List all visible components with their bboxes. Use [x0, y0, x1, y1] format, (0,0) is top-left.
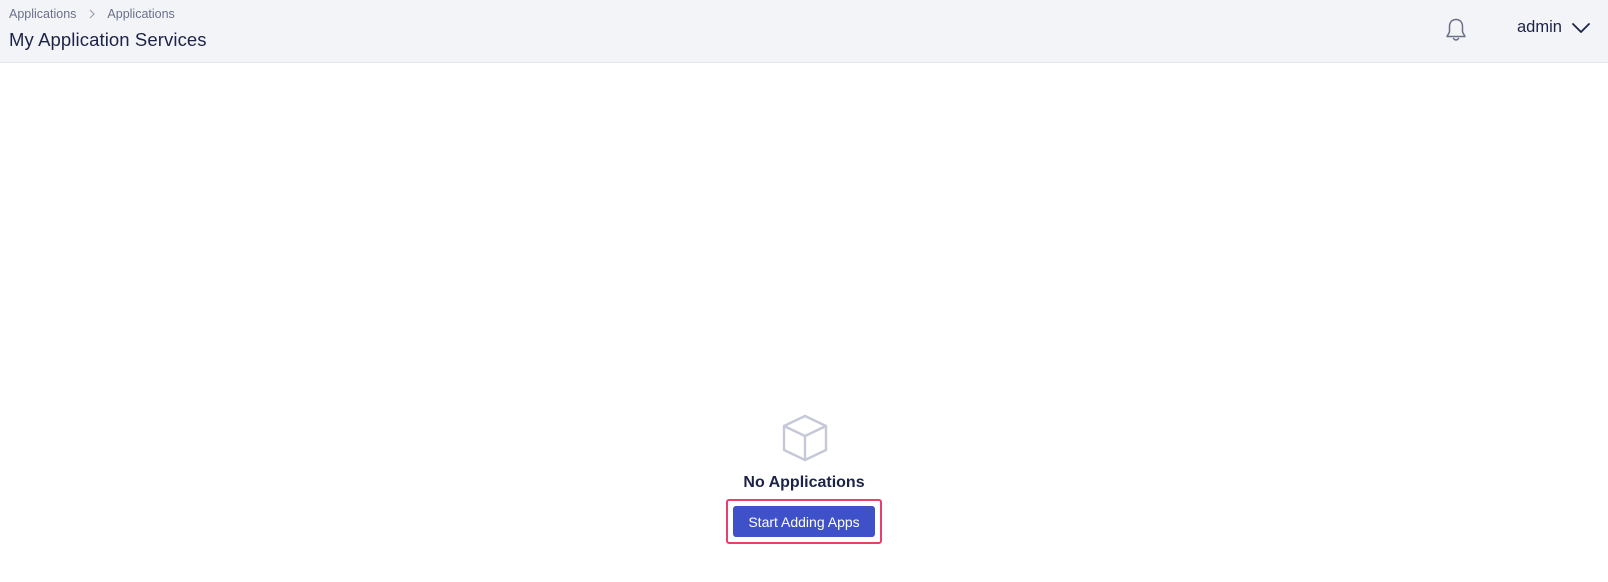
breadcrumb-item-applications[interactable]: Applications	[9, 7, 76, 21]
chevron-down-icon	[1572, 22, 1590, 33]
empty-state-title: No Applications	[743, 474, 865, 491]
user-name: admin	[1517, 18, 1562, 36]
breadcrumb: Applications Applications	[9, 7, 175, 21]
top-header: Applications Applications My Application…	[0, 0, 1608, 63]
start-adding-apps-button[interactable]: Start Adding Apps	[733, 506, 875, 537]
bell-icon[interactable]	[1444, 17, 1468, 43]
page-title: My Application Services	[9, 29, 207, 50]
cube-icon	[782, 414, 828, 462]
breadcrumb-item-current: Applications	[107, 7, 175, 21]
user-menu[interactable]: admin	[1517, 18, 1591, 37]
button-highlight-frame: Start Adding Apps	[726, 499, 882, 544]
chevron-right-icon	[89, 9, 96, 19]
empty-state: No Applications Start Adding Apps	[0, 412, 1608, 544]
